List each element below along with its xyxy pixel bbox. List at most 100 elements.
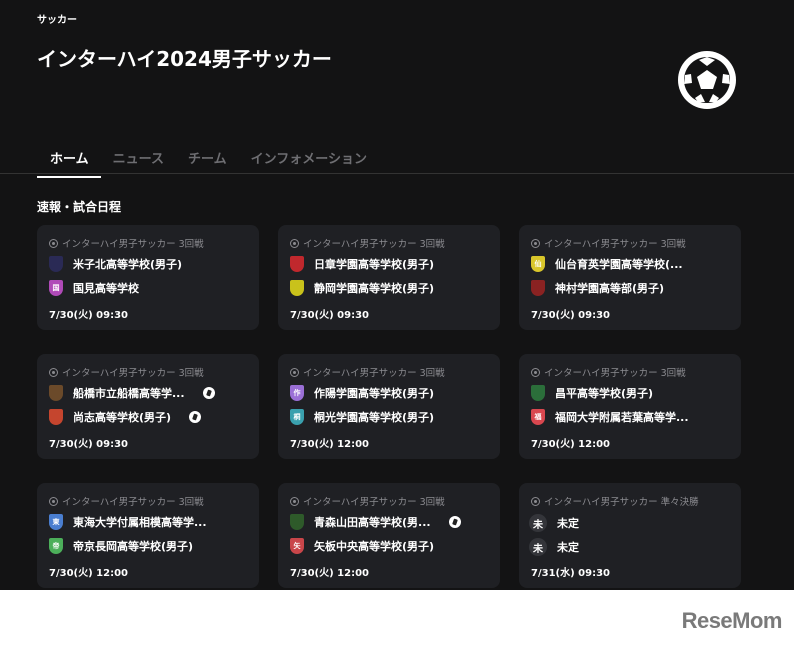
team-name: 福岡大学附属若葉高等学... — [555, 411, 689, 424]
team-crest-icon — [290, 280, 304, 296]
live-badge-icon — [202, 387, 215, 399]
home-team: 昌平高等学校(男子) — [531, 385, 653, 401]
match-round: インターハイ男子サッカー 3回戦 — [531, 236, 686, 250]
round-label: インターハイ男子サッカー 3回戦 — [303, 497, 445, 508]
team-crest-icon — [49, 385, 63, 401]
home-team: 青森山田高等学校(男... — [290, 514, 461, 530]
team-crest-icon: 未 — [529, 514, 547, 532]
watermark-logo: ReseMom — [681, 608, 783, 633]
team-crest-icon — [531, 280, 545, 296]
live-badge-icon — [448, 516, 461, 528]
match-card[interactable]: インターハイ男子サッカー 3回戦 作作陽学園高等学校(男子) 桐桐光学園高等学校… — [278, 354, 500, 459]
match-card[interactable]: インターハイ男子サッカー 3回戦 日章学園高等学校(男子) 静岡学園高等学校(男… — [278, 225, 500, 330]
round-label: インターハイ男子サッカー 3回戦 — [544, 239, 686, 250]
soccer-ball-icon — [290, 238, 299, 248]
round-label: インターハイ男子サッカー 3回戦 — [62, 497, 204, 508]
divider — [0, 173, 794, 174]
team-name: 帝京長岡高等学校(男子) — [73, 540, 194, 553]
match-card[interactable]: インターハイ男子サッカー 3回戦 船橋市立船橋高等学... 尚志高等学校(男子)… — [37, 354, 259, 459]
team-crest-icon: 東 — [49, 514, 63, 530]
away-team: 帝帝京長岡高等学校(男子) — [49, 538, 193, 554]
team-crest-icon: 未 — [529, 538, 547, 556]
match-round: インターハイ男子サッカー 3回戦 — [290, 236, 445, 250]
match-datetime: 7/30(火) 09:30 — [531, 310, 610, 321]
away-team: 未未定 — [529, 538, 579, 556]
match-datetime: 7/30(火) 12:00 — [290, 568, 369, 579]
match-card[interactable]: インターハイ男子サッカー 準々決勝 未未定 未未定 7/31(水) 09:30 — [519, 483, 741, 588]
match-round: インターハイ男子サッカー 準々決勝 — [531, 494, 699, 508]
round-label: インターハイ男子サッカー 3回戦 — [544, 368, 686, 379]
page-title: インターハイ2024男子サッカー — [37, 47, 332, 71]
team-crest-icon: 作 — [290, 385, 304, 401]
soccer-ball-icon — [531, 238, 540, 248]
match-datetime: 7/30(火) 12:00 — [49, 568, 128, 579]
category-label: サッカー — [37, 15, 77, 26]
team-crest-icon: 桐 — [290, 409, 304, 425]
team-name: 作陽学園高等学校(男子) — [314, 387, 435, 400]
away-team: 神村学園高等部(男子) — [531, 280, 664, 296]
team-name: 未定 — [557, 517, 579, 530]
team-name: 尚志高等学校(男子) — [73, 411, 172, 424]
team-name: 国見高等学校 — [73, 282, 139, 295]
round-label: インターハイ男子サッカー 3回戦 — [62, 239, 204, 250]
team-crest-icon: 仙 — [531, 256, 545, 272]
team-crest-icon — [290, 256, 304, 272]
team-crest-icon — [49, 256, 63, 272]
match-round: インターハイ男子サッカー 3回戦 — [49, 236, 204, 250]
match-round: インターハイ男子サッカー 3回戦 — [531, 365, 686, 379]
home-team: 日章学園高等学校(男子) — [290, 256, 434, 272]
team-name: 桐光学園高等学校(男子) — [314, 411, 435, 424]
away-team: 矢矢板中央高等学校(男子) — [290, 538, 434, 554]
team-name: 静岡学園高等学校(男子) — [314, 282, 435, 295]
away-team: 桐桐光学園高等学校(男子) — [290, 409, 434, 425]
match-datetime: 7/30(火) 12:00 — [531, 439, 610, 450]
match-card[interactable]: インターハイ男子サッカー 3回戦 仙仙台育英学園高等学校(... 神村学園高等部… — [519, 225, 741, 330]
team-crest-icon: 矢 — [290, 538, 304, 554]
team-crest-icon — [290, 514, 304, 530]
match-datetime: 7/30(火) 09:30 — [49, 310, 128, 321]
home-team: 船橋市立船橋高等学... — [49, 385, 215, 401]
match-card[interactable]: インターハイ男子サッカー 3回戦 東東海大学付属相模高等学... 帝帝京長岡高等… — [37, 483, 259, 588]
match-round: インターハイ男子サッカー 3回戦 — [49, 365, 204, 379]
away-team: 静岡学園高等学校(男子) — [290, 280, 434, 296]
match-card[interactable]: インターハイ男子サッカー 3回戦 昌平高等学校(男子) 福福岡大学附属若葉高等学… — [519, 354, 741, 459]
soccer-ball-icon — [49, 367, 58, 377]
team-crest-icon — [49, 409, 63, 425]
team-name: 未定 — [557, 541, 579, 554]
home-team: 作作陽学園高等学校(男子) — [290, 385, 434, 401]
soccer-ball-icon — [531, 496, 540, 506]
team-crest-icon: 帝 — [49, 538, 63, 554]
round-label: インターハイ男子サッカー 3回戦 — [62, 368, 204, 379]
match-card[interactable]: インターハイ男子サッカー 3回戦 青森山田高等学校(男... 矢矢板中央高等学校… — [278, 483, 500, 588]
soccer-ball-icon — [49, 238, 58, 248]
away-team: 国国見高等学校 — [49, 280, 139, 296]
soccer-ball-icon — [290, 496, 299, 506]
soccer-ball-icon — [678, 51, 736, 109]
round-label: インターハイ男子サッカー 3回戦 — [303, 368, 445, 379]
match-datetime: 7/31(水) 09:30 — [531, 568, 610, 579]
team-name: 米子北高等学校(男子) — [73, 258, 183, 271]
team-crest-icon: 国 — [49, 280, 63, 296]
soccer-ball-icon — [290, 367, 299, 377]
team-name: 神村学園高等部(男子) — [555, 282, 665, 295]
match-datetime: 7/30(火) 09:30 — [290, 310, 369, 321]
team-name: 昌平高等学校(男子) — [555, 387, 654, 400]
section-title: 速報・試合日程 — [37, 200, 122, 214]
match-datetime: 7/30(火) 12:00 — [290, 439, 369, 450]
team-name: 仙台育英学園高等学校(... — [555, 258, 683, 271]
match-round: インターハイ男子サッカー 3回戦 — [290, 494, 445, 508]
away-team: 尚志高等学校(男子) — [49, 409, 202, 425]
match-round: インターハイ男子サッカー 3回戦 — [290, 365, 445, 379]
app: サッカー インターハイ2024男子サッカー ホーム ニュース チーム インフォメ… — [0, 0, 794, 590]
team-name: 青森山田高等学校(男... — [314, 516, 431, 529]
match-card[interactable]: インターハイ男子サッカー 3回戦 米子北高等学校(男子) 国国見高等学校 7/3… — [37, 225, 259, 330]
soccer-ball-icon — [531, 367, 540, 377]
team-name: 日章学園高等学校(男子) — [314, 258, 435, 271]
round-label: インターハイ男子サッカー 準々決勝 — [544, 497, 699, 508]
round-label: インターハイ男子サッカー 3回戦 — [303, 239, 445, 250]
soccer-ball-icon — [49, 496, 58, 506]
team-name: 東海大学付属相模高等学... — [73, 516, 207, 529]
match-datetime: 7/30(火) 09:30 — [49, 439, 128, 450]
home-team: 仙仙台育英学園高等学校(... — [531, 256, 683, 272]
home-team: 米子北高等学校(男子) — [49, 256, 182, 272]
